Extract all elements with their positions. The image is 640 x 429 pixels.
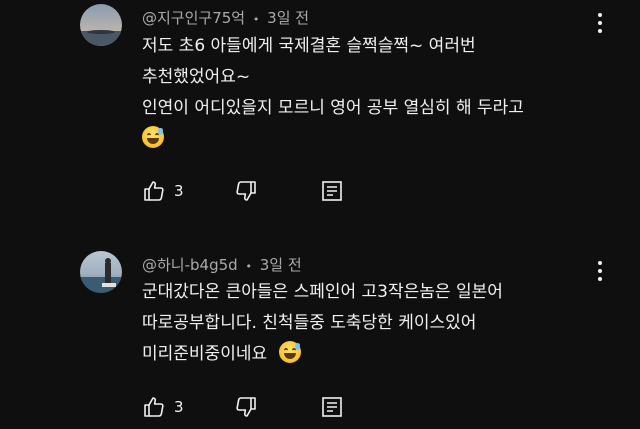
comment-time[interactable]: 3일 전 [267, 9, 309, 27]
thumbs-up-icon [142, 179, 166, 203]
thumbs-down-icon [234, 179, 258, 203]
thumbs-up-icon [142, 395, 166, 419]
reply-button[interactable] [320, 394, 344, 420]
comment-line: 저도 초6 아들에게 국제결혼 슬쩍슬쩍~ 여러번 [142, 36, 476, 56]
comment-meta: @하니-b4g5d • 3일 전 [142, 254, 302, 275]
reply-icon [320, 179, 344, 203]
reply-icon [320, 395, 344, 419]
reply-button[interactable] [320, 178, 344, 204]
like-button[interactable]: 3 [142, 178, 184, 204]
author-name[interactable]: @하니-b4g5d [142, 256, 238, 274]
meta-separator: • [252, 13, 260, 26]
like-count: 3 [174, 182, 184, 200]
grinning-sweat-emoji [142, 126, 164, 148]
comment-line: 따로공부합니다. 친척들중 도축당한 케이스있어 [142, 313, 477, 333]
comment-line: 군대갔다온 큰아들은 스페인어 고3작은놈은 일본어 [142, 282, 503, 302]
dislike-button[interactable] [234, 394, 258, 420]
meta-separator: • [245, 260, 252, 273]
dislike-button[interactable] [234, 178, 258, 204]
avatar[interactable] [80, 4, 122, 46]
comment-text: 군대갔다온 큰아들은 스페인어 고3작은놈은 일본어 따로공부합니다. 친척들중… [142, 277, 503, 370]
more-vertical-icon[interactable] [590, 11, 610, 35]
comment-time[interactable]: 3일 전 [260, 256, 302, 274]
author-name[interactable]: @지구인구75억 [142, 9, 245, 27]
comment-line: 미리준비중이네요 [142, 339, 503, 370]
comment-text: 저도 초6 아들에게 국제결혼 슬쩍슬쩍~ 여러번 추천했었어요~ 인연이 어디… [142, 31, 524, 155]
grinning-sweat-emoji [278, 341, 301, 363]
like-count: 3 [174, 398, 184, 416]
comment-meta: @지구인구75억 • 3일 전 [142, 7, 309, 28]
like-button[interactable]: 3 [142, 394, 184, 420]
more-vertical-icon[interactable] [590, 259, 610, 283]
comment-line: 추천했었어요~ [142, 67, 251, 87]
avatar[interactable] [80, 251, 122, 293]
thumbs-down-icon [234, 395, 258, 419]
comment-line: 인연이 어디있을지 모르니 영어 공부 열심히 해 두라고 [142, 98, 524, 118]
